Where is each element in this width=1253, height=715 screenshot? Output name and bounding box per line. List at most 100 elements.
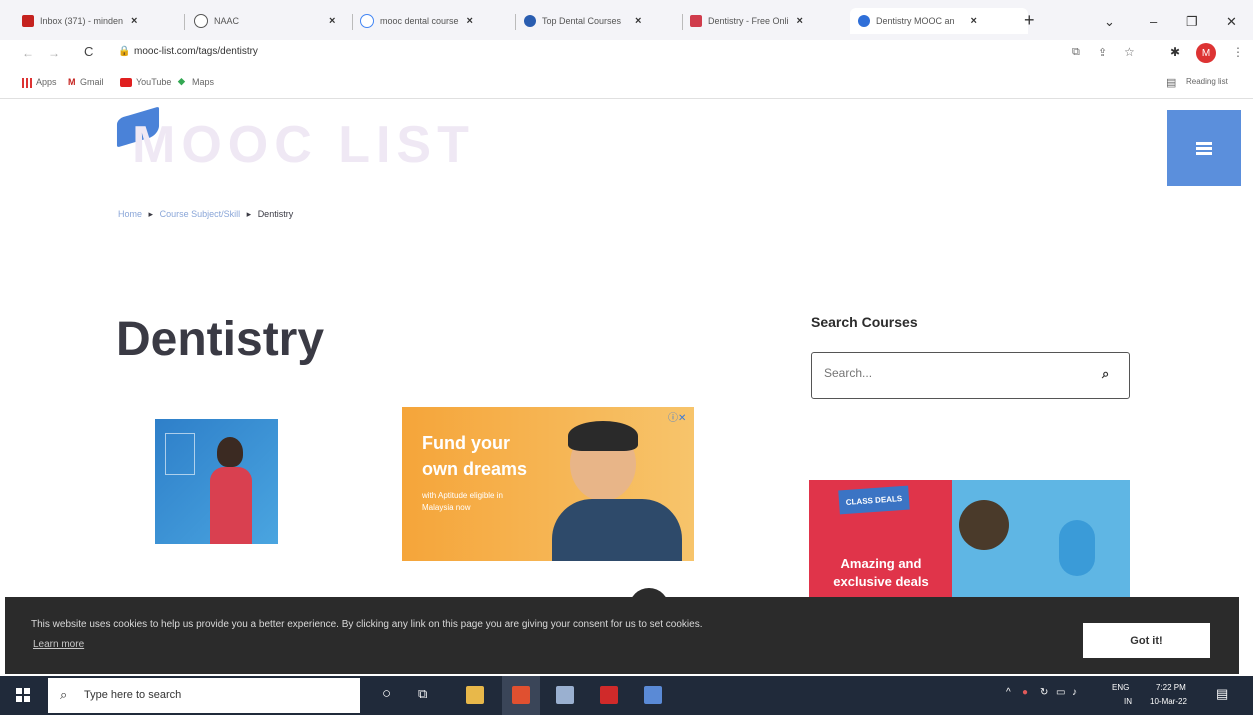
url-field[interactable]: mooc-list.com/tags/dentistry (134, 46, 258, 57)
got-it-button[interactable]: Got it! (1083, 623, 1210, 658)
clock-time[interactable]: 7:22 PM (1156, 683, 1186, 692)
reload-icon[interactable]: C (84, 44, 93, 59)
breadcrumb: Home ▸ Course Subject/Skill ▸ Dentistry (118, 209, 293, 220)
person-shoulders (552, 499, 682, 561)
ad-text-line2: own dreams (422, 459, 528, 479)
learn-more-link[interactable]: Learn more (33, 639, 84, 650)
ad-text-line1: Fund your (422, 433, 510, 453)
tab-divider (515, 14, 516, 30)
menu-button[interactable] (1167, 110, 1241, 186)
close-icon[interactable]: × (635, 15, 641, 27)
bookmark-youtube[interactable]: YouTube (136, 77, 171, 87)
bookmarks-bar: Apps M Gmail YouTube ◆ Maps ▤ Reading li… (0, 70, 1253, 99)
minimize-button[interactable]: – (1150, 14, 1157, 29)
tab-dentistry-free[interactable]: Dentistry - Free Onli × (690, 8, 840, 34)
network-icon[interactable]: ▭ (1056, 687, 1065, 698)
profile-avatar[interactable]: M (1196, 43, 1216, 63)
windows-start-icon[interactable] (16, 688, 30, 702)
ad-banner-middle[interactable]: Fund your own dreams with Aptitude eligi… (402, 407, 694, 561)
taskbar-search-box[interactable]: ⌕ Type here to search (48, 678, 360, 713)
site-icon (858, 15, 870, 27)
new-tab-button[interactable]: + (1024, 10, 1035, 31)
install-icon[interactable]: ⧉ (1072, 46, 1080, 59)
tab-label: Dentistry MOOC an (876, 16, 955, 26)
youtube-icon (120, 78, 132, 87)
tab-naac[interactable]: NAAC × (194, 8, 344, 34)
tab-label: mooc dental course (380, 16, 459, 26)
course-image[interactable] (155, 419, 278, 544)
tab-search-icon[interactable]: ⌄ (1104, 14, 1115, 30)
person-head (217, 437, 243, 467)
clock-date: 10-Mar-22 (1150, 697, 1187, 706)
tab-divider (682, 14, 683, 30)
site-logo[interactable]: MOOC LIST (132, 115, 475, 175)
close-icon[interactable]: × (971, 15, 977, 27)
taskbar-search-placeholder: Type here to search (84, 689, 182, 701)
office-app-icon[interactable] (512, 686, 530, 704)
file-explorer-icon[interactable] (466, 686, 484, 704)
taskbar: ⌕ Type here to search ○ ⧉ ^ ● ↻ ▭ ♪ ENG … (0, 676, 1253, 715)
site-icon (524, 15, 536, 27)
search-icon: ⌕ (60, 687, 68, 702)
close-icon[interactable]: × (131, 15, 137, 27)
tray-app-icon[interactable]: ● (1022, 687, 1028, 698)
cookie-message: This website uses cookies to help us pro… (31, 619, 703, 630)
task-view-icon[interactable]: ⧉ (418, 686, 427, 702)
window-close-button[interactable]: ✕ (1226, 14, 1237, 30)
ad-text-line4: Malaysia now (422, 503, 471, 512)
breadcrumb-home[interactable]: Home (118, 209, 142, 219)
person-body (210, 467, 252, 544)
app-icon[interactable] (644, 686, 662, 704)
tab-inbox[interactable]: Inbox (371) - minden × (22, 8, 182, 34)
close-icon[interactable]: × (329, 15, 335, 27)
bookmark-maps[interactable]: Maps (192, 77, 214, 87)
decor-mouse (1059, 520, 1095, 576)
back-icon[interactable]: ← (22, 46, 34, 60)
notification-icon[interactable]: ▤ (1216, 686, 1228, 702)
region-code: IN (1124, 697, 1132, 706)
cortana-icon[interactable]: ○ (382, 685, 391, 702)
search-heading: Search Courses (811, 314, 918, 330)
ad-text-line3: with Aptitude eligible in (422, 491, 503, 500)
volume-icon[interactable]: ♪ (1072, 687, 1077, 698)
bookmark-apps[interactable]: Apps (36, 77, 57, 87)
apps-icon (22, 78, 32, 88)
close-icon[interactable]: × (797, 15, 803, 27)
tab-label: Inbox (371) - minden (40, 16, 124, 26)
cookie-banner: This website uses cookies to help us pro… (5, 597, 1239, 674)
tray-update-icon[interactable]: ↻ (1040, 687, 1048, 698)
tab-label: Dentistry - Free Onli (708, 16, 789, 26)
ad-banner-right[interactable]: CLASS DEALS Amazing and exclusive deals (809, 480, 1130, 600)
breadcrumb-subject[interactable]: Course Subject/Skill (160, 209, 241, 219)
ad-info-icon[interactable]: ⓘ✕ (668, 409, 686, 424)
reading-list-button[interactable]: Reading list (1186, 77, 1228, 86)
tab-label: Top Dental Courses (542, 16, 622, 26)
language-code[interactable]: ENG (1112, 683, 1129, 692)
share-icon[interactable]: ⇪ (1098, 46, 1107, 59)
breadcrumb-separator: ▸ (148, 209, 154, 219)
close-icon[interactable]: × (467, 15, 473, 27)
person-hair (568, 421, 638, 451)
tab-mooc-dental[interactable]: mooc dental course × (360, 8, 510, 34)
site-icon (690, 15, 702, 27)
more-menu-icon[interactable]: ⋮ (1232, 45, 1244, 59)
ad-right-line1: Amazing and (840, 556, 922, 571)
search-icon[interactable]: ⌕ (1102, 366, 1109, 382)
forward-icon[interactable]: → (48, 46, 60, 60)
ad-brand-logo: CLASS DEALS (838, 485, 910, 515)
reading-list-icon: ▤ (1166, 77, 1177, 89)
search-input[interactable] (822, 365, 1086, 381)
lock-icon: 🔒 (118, 46, 131, 57)
bookmark-gmail[interactable]: Gmail (80, 77, 104, 87)
restore-button[interactable]: ❐ (1186, 14, 1198, 30)
page-title: Dentistry (116, 313, 325, 366)
tab-dentistry-mooc[interactable]: Dentistry MOOC an × (850, 8, 1028, 34)
tray-chevron-icon[interactable]: ^ (1006, 687, 1011, 698)
app-icon[interactable] (556, 686, 574, 704)
search-box: ⌕ (811, 352, 1130, 399)
star-icon[interactable]: ☆ (1124, 45, 1135, 59)
gmail-icon (22, 15, 34, 27)
pdf-reader-icon[interactable] (600, 686, 618, 704)
tab-top-dental[interactable]: Top Dental Courses × (524, 8, 674, 34)
extensions-icon[interactable]: ✱ (1170, 45, 1180, 59)
